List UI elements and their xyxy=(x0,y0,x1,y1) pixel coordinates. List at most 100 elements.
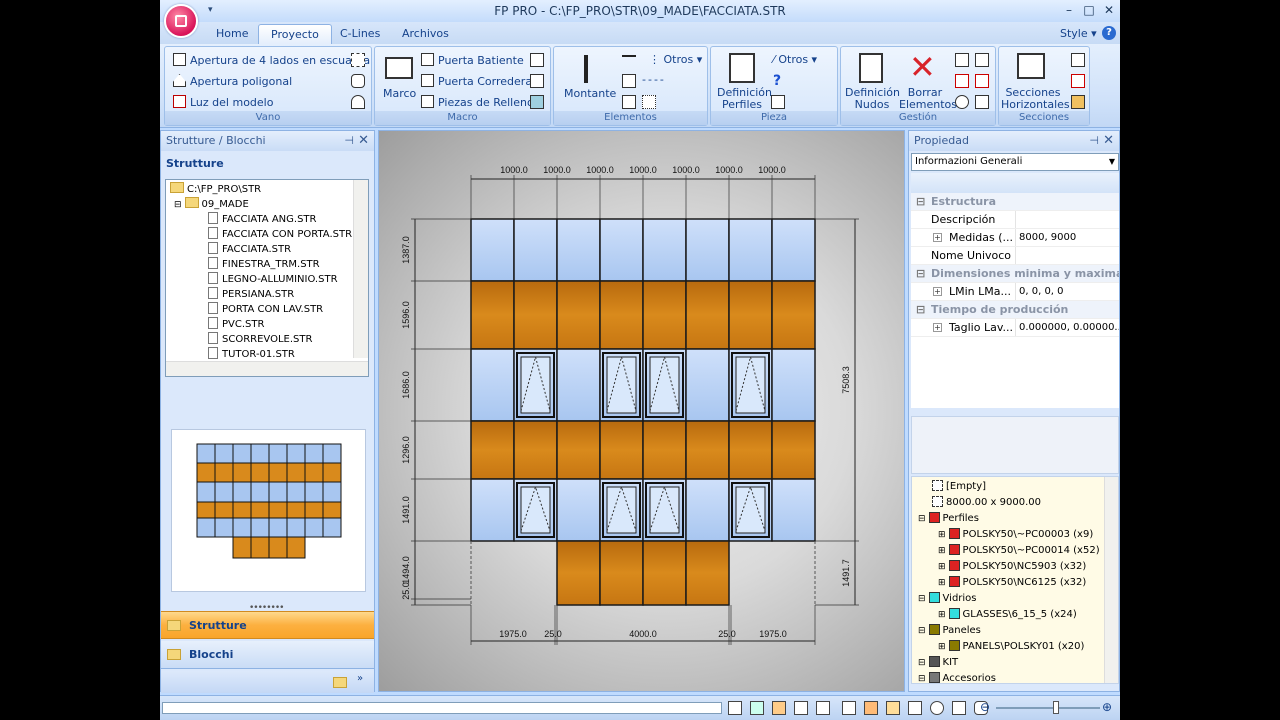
component-tree-item[interactable]: ⊟ Vidrios xyxy=(918,591,977,607)
component-tree-item[interactable]: ⊞ GLASSES\6_15_5 (x24) xyxy=(938,607,1077,623)
property-value[interactable]: 0.000000, 0.00000... xyxy=(1019,319,1119,336)
glass-pane[interactable] xyxy=(599,218,644,282)
component-tree-item[interactable]: ⊞ POLSKY50\NC6125 (x32) xyxy=(938,575,1086,591)
component-tree-item[interactable]: ⊟ KIT xyxy=(918,655,958,671)
tab-proyecto[interactable]: Proyecto xyxy=(258,24,332,44)
tab-c-lines[interactable]: C-Lines xyxy=(328,24,392,44)
expand-icon[interactable]: ⊟ xyxy=(174,200,182,210)
glass-pane[interactable] xyxy=(685,348,730,422)
close-button[interactable]: ✕ xyxy=(1100,3,1118,19)
tree-root[interactable]: C:\FP_PRO\STR xyxy=(170,182,261,197)
expand-icon[interactable]: ⊞ xyxy=(938,530,946,540)
arch-shape-icon[interactable] xyxy=(351,95,365,109)
panel-pane[interactable] xyxy=(642,280,687,350)
panel-pane[interactable] xyxy=(513,420,558,480)
tree-file-item[interactable]: SCORREVOLE.STR xyxy=(208,332,312,347)
quick-access-dropdown-icon[interactable]: ▾ xyxy=(208,5,213,15)
expand-icon[interactable]: ⊞ xyxy=(938,562,946,572)
horizontal-line-icon[interactable] xyxy=(622,55,636,57)
panel-pane[interactable] xyxy=(556,420,601,480)
tree-file-item[interactable]: LEGNO-ALLUMINIO.STR xyxy=(208,272,338,287)
components-tree-scrollbar[interactable] xyxy=(1104,477,1118,683)
component-tree-item[interactable]: ⊟ Paneles xyxy=(918,623,981,639)
property-row[interactable]: + Medidas (... 8000, 9000 xyxy=(911,229,1119,247)
expand-icon[interactable]: ⊟ xyxy=(918,594,926,604)
tree-file-item[interactable]: FACCIATA ANG.STR xyxy=(208,212,316,227)
macro-tool-icon-1[interactable] xyxy=(530,53,544,67)
secciones-tool-icon-2[interactable] xyxy=(1071,74,1085,88)
borrar-elementos-button[interactable]: Borrar Elementos xyxy=(899,87,957,111)
panel-pane[interactable] xyxy=(771,280,816,350)
apertura-4-lados-button[interactable]: Apertura de 4 lados en escuadra xyxy=(173,53,370,67)
zoom-in-icon[interactable]: ⊕ xyxy=(1102,700,1112,714)
pin-icon[interactable]: ⊣ xyxy=(1089,131,1099,151)
properties-selector[interactable]: Informazioni Generali ▼ xyxy=(911,153,1119,171)
panel-pane[interactable] xyxy=(556,280,601,350)
marco-button[interactable]: Marco xyxy=(383,87,416,100)
apertura-poligonal-button[interactable]: Apertura poligonal xyxy=(173,74,292,88)
maximize-button[interactable]: □ xyxy=(1080,3,1098,19)
pin-icon[interactable]: ⊣ xyxy=(344,131,354,151)
gestion-tool-icon-6[interactable] xyxy=(975,95,989,109)
glass-pane[interactable] xyxy=(513,218,558,282)
expand-icon[interactable]: ⊞ xyxy=(938,546,946,556)
app-menu-button[interactable] xyxy=(164,4,198,38)
glass-pane[interactable] xyxy=(556,478,601,542)
bracket-icon[interactable] xyxy=(842,701,856,715)
puerta-batiente-button[interactable]: Puerta Batiente xyxy=(421,53,524,67)
expand-icon[interactable]: ⊟ xyxy=(918,514,926,524)
grid-icon[interactable] xyxy=(908,701,922,715)
panel-pane[interactable] xyxy=(728,280,773,350)
expand-icon[interactable]: ⊞ xyxy=(938,610,946,620)
glass-pane[interactable] xyxy=(728,218,773,282)
macro-tool-icon-3[interactable] xyxy=(530,95,544,109)
panel-pane[interactable] xyxy=(599,280,644,350)
tree-file-item[interactable]: FINESTRA_TRM.STR xyxy=(208,257,320,272)
facade-drawing[interactable]: 1000.0 1000.0 1000.0 1000.0 1000.0 1000.0 1000… xyxy=(379,131,905,692)
glass-icon[interactable] xyxy=(886,701,900,715)
zoom-slider-thumb[interactable] xyxy=(1053,701,1059,714)
gestion-tool-icon-1[interactable] xyxy=(955,53,969,67)
dotted-line-icon[interactable]: ---- xyxy=(642,73,666,86)
minimize-button[interactable]: – xyxy=(1060,3,1078,19)
folder-icon[interactable] xyxy=(333,677,347,688)
panel-pane[interactable] xyxy=(513,280,558,350)
property-category[interactable]: ⊟ Dimensiones minima y maxima pe... xyxy=(911,265,1119,283)
glass-pane[interactable] xyxy=(771,478,816,542)
node-icon[interactable] xyxy=(816,701,830,715)
property-row[interactable]: + Taglio Lav... 0.000000, 0.00000... xyxy=(911,319,1119,337)
collapse-icon[interactable]: ⊟ xyxy=(916,301,925,318)
profile-icon[interactable] xyxy=(794,701,808,715)
help-question-icon[interactable]: ? xyxy=(773,73,781,89)
component-tree-item[interactable]: ⊞ POLSKY50\NC5903 (x32) xyxy=(938,559,1086,575)
expand-icon[interactable]: + xyxy=(933,287,942,296)
property-row[interactable]: + LMin LMa... 0, 0, 0, 0 xyxy=(911,283,1119,301)
panel-pane[interactable] xyxy=(685,540,730,606)
collapse-icon[interactable]: ⊟ xyxy=(916,265,925,282)
tree-vertical-scrollbar[interactable] xyxy=(353,180,368,358)
component-tree-item[interactable]: ⊟ Perfiles xyxy=(918,511,979,527)
panel-pane[interactable] xyxy=(599,540,644,606)
secciones-tool-icon-3[interactable] xyxy=(1071,95,1085,109)
table-icon[interactable] xyxy=(952,701,966,715)
dotted-rect-icon[interactable] xyxy=(642,95,656,109)
add-icon[interactable] xyxy=(728,701,742,715)
component-tree-item[interactable]: ⊞ POLSKY50\~PC00003 (x9) xyxy=(938,527,1093,543)
zoom-icon[interactable] xyxy=(930,701,944,715)
tree-file-item[interactable]: TUTOR-01.STR xyxy=(208,347,295,362)
component-tree-item[interactable]: 8000.00 x 9000.00 xyxy=(932,495,1041,511)
glass-pane[interactable] xyxy=(470,478,515,542)
panel-pane[interactable] xyxy=(642,420,687,480)
tree-horizontal-scrollbar[interactable] xyxy=(166,361,368,376)
nav-blocchi-button[interactable]: Blocchi xyxy=(161,641,374,669)
panel-pane[interactable] xyxy=(728,420,773,480)
puerta-corredera-button[interactable]: Puerta Corredera xyxy=(421,74,532,88)
property-value[interactable]: 0, 0, 0, 0 xyxy=(1019,283,1064,300)
panel-pane[interactable] xyxy=(642,540,687,606)
drawing-canvas[interactable]: 1000.0 1000.0 1000.0 1000.0 1000.0 1000.0 1000… xyxy=(378,130,905,692)
panel-pane[interactable] xyxy=(599,420,644,480)
panel-pane[interactable] xyxy=(556,540,601,606)
zoom-slider[interactable] xyxy=(996,707,1100,709)
polygon-shape-icon[interactable] xyxy=(351,74,365,88)
property-category[interactable]: ⊟ Tiempo de producción xyxy=(911,301,1119,319)
